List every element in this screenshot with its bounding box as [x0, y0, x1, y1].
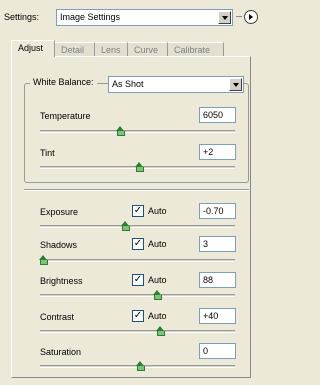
exposure-slider-thumb[interactable] [121, 221, 130, 231]
contrast-label: Contrast [40, 312, 75, 322]
white-balance-label: White Balance: [30, 77, 97, 87]
saturation-slider-thumb[interactable] [136, 361, 145, 371]
tab-curve[interactable]: Curve [128, 42, 168, 56]
temperature-label: Temperature [40, 111, 91, 121]
tab-curve-label: Curve [134, 45, 159, 55]
settings-dropdown[interactable]: Image Settings [56, 9, 233, 26]
settings-menu-icon[interactable] [244, 10, 258, 24]
shadows-slider-thumb[interactable] [39, 255, 48, 265]
brightness-auto-checkbox[interactable]: ✓ [132, 274, 144, 286]
exposure-auto-label: Auto [148, 206, 167, 216]
exposure-auto-checkbox[interactable]: ✓ [132, 205, 144, 217]
contrast-auto-label: Auto [148, 311, 167, 321]
tab-calibrate-label: Calibrate [174, 45, 211, 55]
tab-adjust-label: Adjust [18, 43, 44, 53]
shadows-field[interactable]: 3 [199, 236, 236, 252]
temperature-slider[interactable] [40, 126, 235, 136]
white-balance-dropdown[interactable]: As Shot [108, 76, 244, 93]
tab-detail[interactable]: Detail [55, 42, 95, 56]
tab-bar: Adjust Detail Lens Curve Calibrate [11, 40, 247, 57]
chevron-down-icon[interactable] [229, 78, 242, 91]
contrast-auto-checkbox[interactable]: ✓ [132, 310, 144, 322]
contrast-field[interactable]: +40 [199, 308, 236, 324]
tint-slider[interactable] [40, 162, 235, 172]
tint-slider-thumb[interactable] [135, 162, 144, 172]
white-balance-value: As Shot [112, 79, 144, 89]
contrast-slider-thumb[interactable] [156, 326, 165, 336]
settings-dropdown-value: Image Settings [60, 12, 121, 22]
brightness-label: Brightness [40, 276, 83, 286]
exposure-slider[interactable] [40, 221, 235, 231]
tint-field[interactable]: +2 [199, 144, 236, 160]
section-divider [24, 189, 249, 191]
contrast-slider[interactable] [40, 326, 235, 336]
exposure-label: Exposure [40, 207, 79, 217]
tab-adjust[interactable]: Adjust [11, 40, 55, 57]
temperature-slider-thumb[interactable] [116, 126, 125, 136]
saturation-label: Saturation [40, 347, 82, 357]
tint-label: Tint [40, 148, 55, 158]
exposure-field[interactable]: -0.70 [199, 203, 236, 219]
brightness-auto-label: Auto [148, 275, 167, 285]
saturation-slider[interactable] [40, 361, 235, 371]
shadows-slider[interactable] [39, 255, 235, 265]
chevron-down-icon[interactable] [218, 11, 231, 24]
tab-lens[interactable]: Lens [95, 42, 128, 56]
shadows-auto-checkbox[interactable]: ✓ [132, 238, 144, 250]
shadows-label: Shadows [40, 240, 78, 250]
tab-calibrate[interactable]: Calibrate [168, 42, 224, 56]
saturation-field[interactable]: 0 [199, 343, 236, 359]
shadows-auto-label: Auto [148, 239, 167, 249]
temperature-field[interactable]: 6050 [199, 107, 236, 123]
settings-label: Settings: [4, 12, 40, 22]
tab-detail-label: Detail [61, 45, 85, 55]
brightness-slider[interactable] [40, 290, 235, 300]
tab-lens-label: Lens [101, 45, 121, 55]
separator [236, 16, 242, 17]
brightness-field[interactable]: 88 [199, 272, 236, 288]
brightness-slider-thumb[interactable] [153, 290, 162, 300]
settings-bar: Settings: Image Settings [0, 0, 258, 34]
